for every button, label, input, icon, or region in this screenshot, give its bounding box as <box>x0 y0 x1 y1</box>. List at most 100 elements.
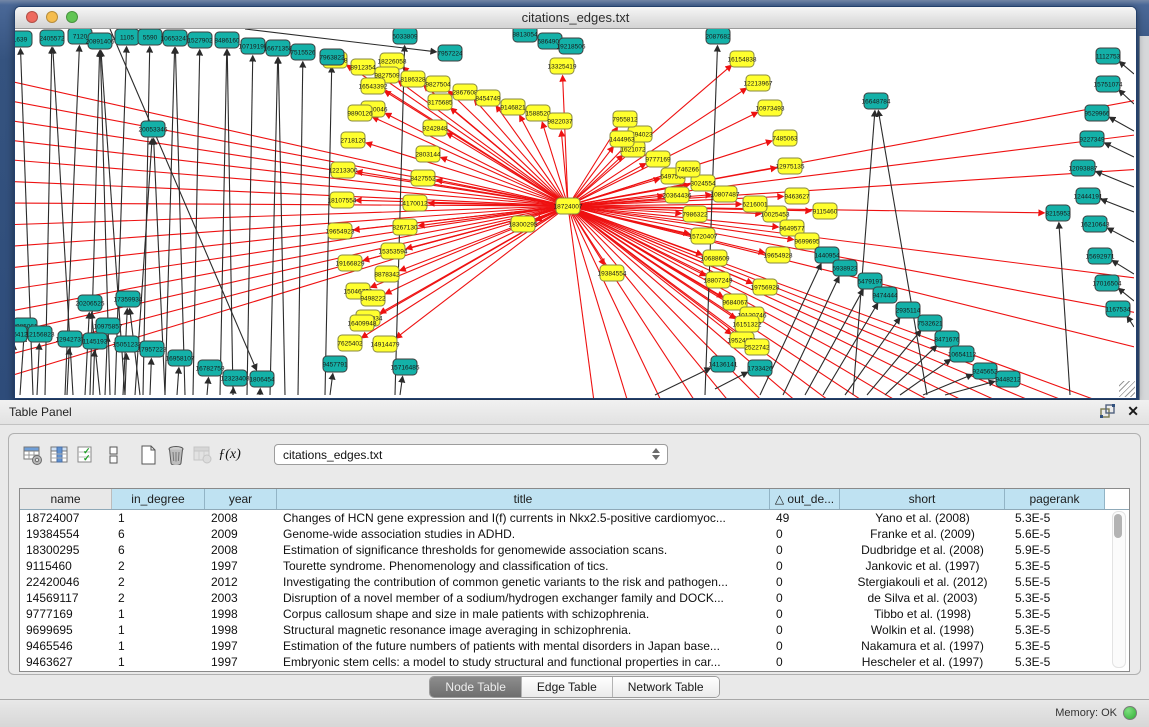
graph-node[interactable]: 9498222 <box>360 290 386 306</box>
column-header-pagerank[interactable]: pagerank <box>1005 489 1105 509</box>
graph-node[interactable]: 10973493 <box>756 100 785 116</box>
table-cell[interactable]: 5.6E-5 <box>1005 526 1105 542</box>
graph-node[interactable]: 19218506 <box>557 38 586 54</box>
graph-node[interactable]: 1145193 <box>83 333 108 349</box>
table-row[interactable]: 946362711997Embryonic stem cells: a mode… <box>20 654 1129 670</box>
graph-node[interactable]: 1105 <box>115 29 139 45</box>
graph-node[interactable]: 4170012 <box>402 195 428 211</box>
table-cell[interactable]: 1 <box>112 654 205 670</box>
column-header-year[interactable]: year <box>205 489 277 509</box>
row-height-icon[interactable] <box>100 442 127 468</box>
graph-node[interactable]: 18807249 <box>704 272 733 288</box>
column-header-name[interactable]: name <box>20 489 112 509</box>
table-row[interactable]: 977716911998Corpus callosum shape and si… <box>20 606 1129 622</box>
table-cell[interactable]: 2003 <box>205 590 277 606</box>
table-row[interactable]: 969969511998Structural magnetic resonanc… <box>20 622 1129 638</box>
table-cell[interactable]: 1 <box>112 638 205 654</box>
table-cell[interactable]: Disruption of a novel member of a sodium… <box>277 590 770 606</box>
table-cell[interactable]: 18724007 <box>20 510 112 526</box>
tab-node-table[interactable]: Node Table <box>430 677 522 697</box>
graph-node[interactable]: 14914479 <box>371 336 400 352</box>
graph-node[interactable]: 12156823 <box>26 326 55 342</box>
table-cell[interactable]: 0 <box>770 558 840 574</box>
import-table-icon[interactable] <box>189 442 216 468</box>
table-cell[interactable]: 1998 <box>205 606 277 622</box>
graph-node[interactable]: 1527902 <box>187 32 213 48</box>
resize-grip-icon[interactable] <box>1119 381 1135 397</box>
graph-node[interactable]: 12093887 <box>1069 160 1098 176</box>
graph-node[interactable]: 7957224 <box>437 45 463 61</box>
graph-node[interactable]: 746266 <box>676 161 700 177</box>
table-cell[interactable]: 9699695 <box>20 622 112 638</box>
graph-node[interactable]: 15716485 <box>391 359 420 375</box>
delete-table-icon[interactable] <box>162 442 189 468</box>
table-cell[interactable]: 2012 <box>205 574 277 590</box>
graph-node[interactable]: 3175685 <box>427 94 453 110</box>
graph-node[interactable]: 12975135 <box>776 158 805 174</box>
graph-node[interactable]: 16210643 <box>1081 216 1110 232</box>
graph-node[interactable]: 20891406 <box>86 33 115 49</box>
graph-node[interactable]: 12323408 <box>221 370 250 386</box>
graph-node[interactable]: 9474444 <box>872 287 898 303</box>
table-cell[interactable]: 5.3E-5 <box>1005 654 1105 670</box>
graph-node[interactable]: 1444963 <box>609 131 635 147</box>
window-titlebar[interactable]: citations_edges.txt <box>15 7 1136 29</box>
table-cell[interactable]: 19384554 <box>20 526 112 542</box>
select-rows-icon[interactable]: ✓✓ <box>73 442 100 468</box>
table-cell[interactable]: Estimation of significance thresholds fo… <box>277 542 770 558</box>
graph-node[interactable]: 2803144 <box>415 146 441 162</box>
graph-node[interactable]: 19654923 <box>326 223 355 239</box>
table-cell[interactable]: 1997 <box>205 638 277 654</box>
table-cell[interactable]: 0 <box>770 574 840 590</box>
graph-node[interactable]: 7625402 <box>337 335 363 351</box>
graph-node[interactable]: 15692971 <box>1086 248 1115 264</box>
table-cell[interactable]: Stergiakouli et al. (2012) <box>840 574 1005 590</box>
graph-node[interactable]: 8486160 <box>214 32 240 48</box>
graph-node[interactable]: 16958107 <box>166 350 195 366</box>
table-cell[interactable]: 5.3E-5 <box>1005 510 1105 526</box>
graph-node[interactable]: 18300295 <box>509 216 538 232</box>
graph-node[interactable]: 9529966 <box>1084 105 1110 121</box>
table-cell[interactable]: Yano et al. (2008) <box>840 510 1005 526</box>
table-cell[interactable]: 2 <box>112 590 205 606</box>
column-header-in_degree[interactable]: in_degree <box>112 489 205 509</box>
graph-node[interactable]: 1112753 <box>1096 48 1121 64</box>
table-cell[interactable]: 1 <box>112 510 205 526</box>
graph-node[interactable]: 19756928 <box>751 279 780 295</box>
graph-node[interactable]: 8813054 <box>512 29 538 42</box>
graph-node[interactable]: 7485063 <box>772 130 798 146</box>
table-cell[interactable]: 2009 <box>205 526 277 542</box>
graph-node[interactable]: 15751074 <box>1094 76 1123 92</box>
table-cell[interactable]: 2008 <box>205 542 277 558</box>
table-cell[interactable]: Franke et al. (2009) <box>840 526 1005 542</box>
graph-node[interactable]: 7963822 <box>319 49 345 65</box>
graph-node[interactable]: 9457791 <box>322 356 348 372</box>
graph-node[interactable]: 2087682 <box>705 29 731 44</box>
graph-node[interactable]: 17957223 <box>138 341 167 357</box>
table-cell[interactable]: 0 <box>770 654 840 670</box>
graph-node[interactable]: 8427552 <box>410 170 436 186</box>
table-row[interactable]: 2242004622012Investigating the contribut… <box>20 574 1129 590</box>
graph-node[interactable]: 5033809 <box>392 29 418 44</box>
graph-node[interactable]: 9822037 <box>547 113 573 129</box>
table-cell[interactable]: Nakamura et al. (1997) <box>840 638 1005 654</box>
table-row[interactable]: 1456911722003Disruption of a novel membe… <box>20 590 1129 606</box>
function-builder-icon[interactable]: ƒ(x) <box>216 442 243 468</box>
graph-node[interactable]: 19384554 <box>598 265 627 281</box>
graph-node[interactable]: 7955812 <box>612 111 638 127</box>
graph-node[interactable]: 16154838 <box>728 51 757 67</box>
graph-node[interactable]: 9245652 <box>972 363 998 379</box>
graph-node[interactable]: 8215953 <box>1045 205 1071 221</box>
graph-node[interactable]: 9699695 <box>794 233 820 249</box>
graph-node[interactable]: 7986322 <box>682 206 708 222</box>
graph-node[interactable]: 2522742 <box>744 339 770 355</box>
graph-node[interactable]: 6216001 <box>742 196 768 212</box>
graph-node[interactable]: 17016504 <box>1093 275 1122 291</box>
graph-node[interactable]: 7515526 <box>290 44 316 60</box>
graph-node[interactable]: 1639 <box>15 31 32 47</box>
table-cell[interactable]: 1997 <box>205 558 277 574</box>
table-cell[interactable]: Investigating the contribution of common… <box>277 574 770 590</box>
graph-node[interactable]: 12444191 <box>1074 188 1103 204</box>
modify-table-icon[interactable] <box>19 442 46 468</box>
graph-node[interactable]: 8454749 <box>475 90 501 106</box>
